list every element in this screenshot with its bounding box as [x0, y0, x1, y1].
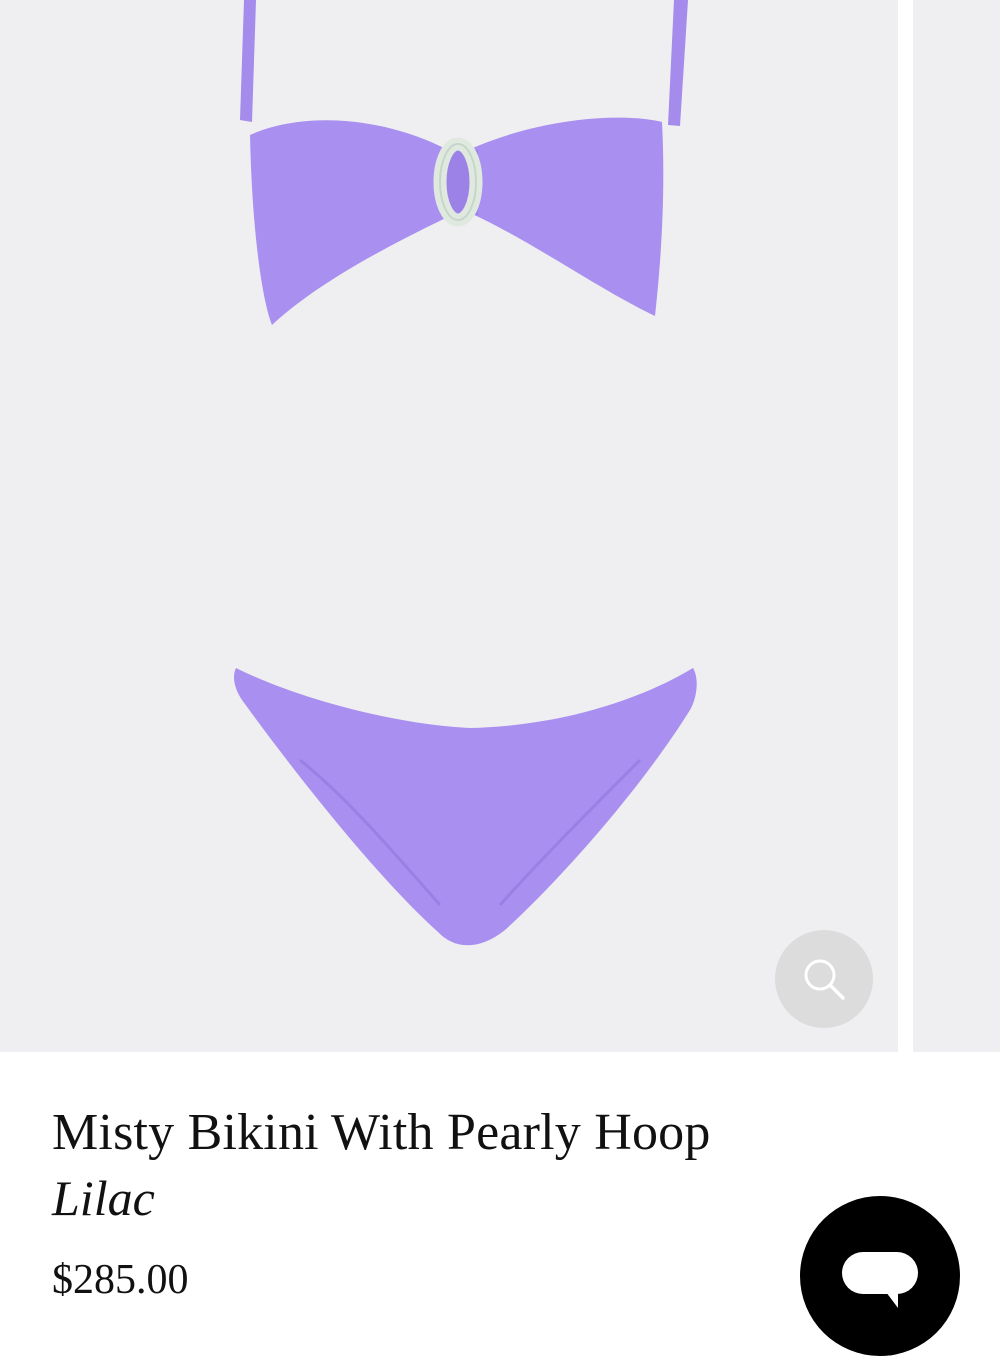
product-info: Misty Bikini With Pearly Hoop Lilac $285… — [52, 1100, 812, 1306]
bikini-illustration — [234, 0, 697, 946]
product-price: $285.00 — [52, 1257, 189, 1303]
product-title: Misty Bikini With Pearly Hoop — [52, 1104, 711, 1161]
search-icon — [804, 959, 845, 1000]
product-image-gallery[interactable] — [0, 0, 1000, 1052]
zoom-button[interactable] — [775, 930, 873, 1028]
chat-bubble-icon — [842, 1252, 918, 1308]
chat-button[interactable] — [800, 1196, 960, 1356]
product-image[interactable] — [0, 0, 898, 1052]
next-product-image[interactable] — [913, 0, 1000, 1052]
product-color-name: Lilac — [52, 1170, 155, 1226]
